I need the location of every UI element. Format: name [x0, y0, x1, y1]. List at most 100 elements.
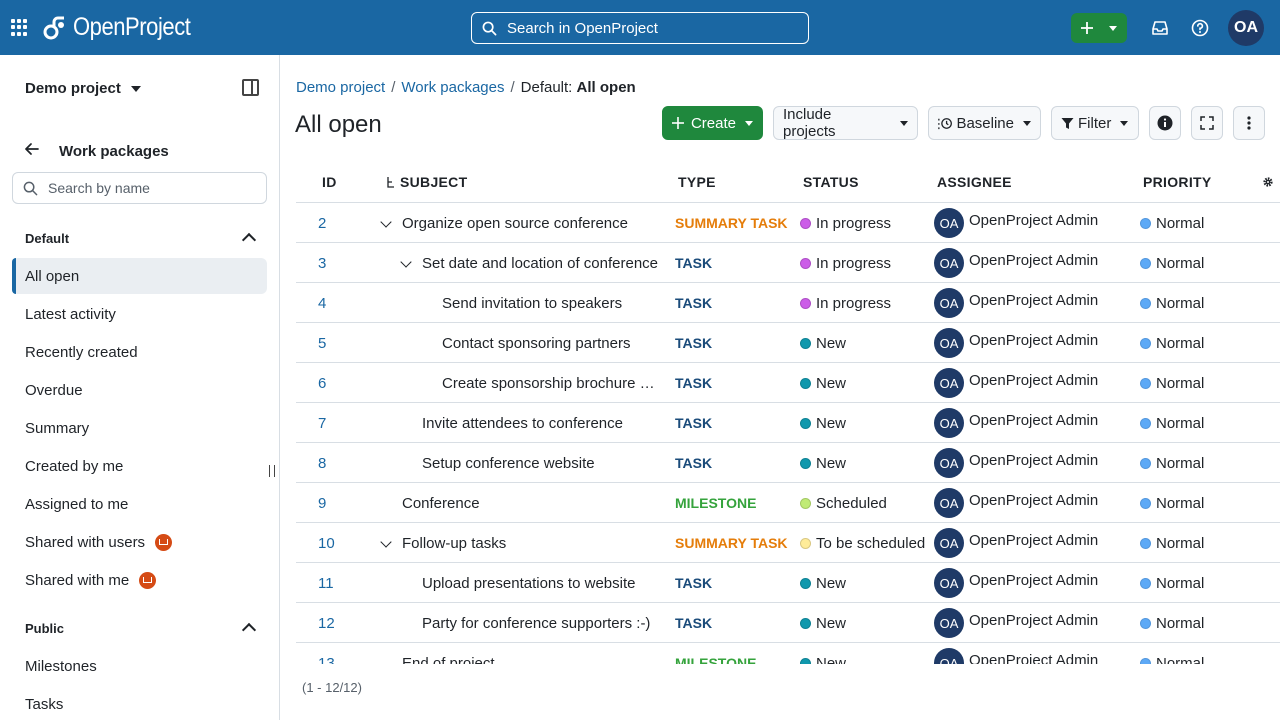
sidebar-search-input[interactable]: Search by name	[12, 172, 267, 204]
table-row[interactable]: 3 Set date and location of conference TASK…	[296, 243, 1280, 283]
work-package-type[interactable]: SUMMARY TASK	[675, 215, 788, 231]
work-package-subject[interactable]: Invite attendees to conference	[422, 415, 623, 432]
work-package-status[interactable]: New	[800, 575, 846, 592]
project-selector[interactable]: Demo project	[25, 80, 141, 97]
work-package-subject[interactable]: Follow-up tasks	[402, 535, 506, 552]
breadcrumb-project-link[interactable]: Demo project	[296, 79, 385, 96]
work-package-type[interactable]: TASK	[675, 615, 712, 631]
chevron-up-icon[interactable]	[241, 622, 257, 638]
column-header-status[interactable]: STATUS	[803, 174, 859, 190]
work-package-type[interactable]: MILESTONE	[675, 495, 756, 511]
work-package-id-link[interactable]: 4	[318, 295, 326, 312]
sidebar-item-shared-with-me[interactable]: Shared with me	[12, 562, 267, 598]
column-header-id[interactable]: ID	[322, 174, 337, 190]
include-projects-button[interactable]: Include projects	[773, 106, 918, 140]
column-header-subject[interactable]: SUBJECT	[386, 174, 467, 190]
work-package-status[interactable]: In progress	[800, 255, 891, 272]
work-package-assignee[interactable]: OA OpenProject Admin	[934, 248, 1098, 278]
work-package-subject[interactable]: End of project	[402, 655, 495, 664]
work-package-id-link[interactable]: 6	[318, 375, 326, 392]
work-package-status[interactable]: New	[800, 655, 846, 664]
user-avatar[interactable]: OA	[1228, 10, 1264, 46]
work-package-type[interactable]: MILESTONE	[675, 655, 756, 664]
work-package-type[interactable]: SUMMARY TASK	[675, 535, 788, 551]
table-row[interactable]: 5 Contact sponsoring partners TASK New OA Ope…	[296, 323, 1280, 363]
work-package-id-link[interactable]: 5	[318, 335, 326, 352]
work-package-priority[interactable]: Normal	[1140, 655, 1204, 664]
work-package-id-link[interactable]: 7	[318, 415, 326, 432]
work-package-status[interactable]: In progress	[800, 215, 891, 232]
work-package-assignee[interactable]: OA OpenProject Admin	[934, 408, 1098, 438]
sidebar-item-tasks[interactable]: Tasks	[12, 686, 267, 720]
chevron-up-icon[interactable]	[241, 232, 257, 248]
sidebar-item-all-open[interactable]: All open	[12, 258, 267, 294]
table-row[interactable]: 10 Follow-up tasks SUMMARY TASK To be sched…	[296, 523, 1280, 563]
work-package-type[interactable]: TASK	[675, 335, 712, 351]
sidebar-item-summary[interactable]: Summary	[12, 410, 267, 446]
work-package-subject[interactable]: Upload presentations to website	[422, 575, 635, 592]
work-package-type[interactable]: TASK	[675, 255, 712, 271]
work-package-type[interactable]: TASK	[675, 375, 712, 391]
work-package-subject[interactable]: Create sponsorship brochure an...	[442, 375, 661, 392]
baseline-button[interactable]: Baseline	[928, 106, 1041, 140]
work-package-id-link[interactable]: 12	[318, 615, 335, 632]
work-package-status[interactable]: New	[800, 415, 846, 432]
work-package-id-link[interactable]: 3	[318, 255, 326, 272]
work-package-type[interactable]: TASK	[675, 455, 712, 471]
create-button[interactable]: Create	[662, 106, 763, 140]
work-package-id-link[interactable]: 13	[318, 655, 335, 664]
table-row[interactable]: 13 End of project MILESTONE New OA OpenProjec…	[296, 643, 1280, 664]
chevron-down-icon[interactable]	[380, 216, 392, 228]
work-package-type[interactable]: TASK	[675, 415, 712, 431]
work-package-priority[interactable]: Normal	[1140, 335, 1204, 352]
work-package-priority[interactable]: Normal	[1140, 455, 1204, 472]
work-package-assignee[interactable]: OA OpenProject Admin	[934, 328, 1098, 358]
work-package-status[interactable]: New	[800, 615, 846, 632]
work-package-subject[interactable]: Send invitation to speakers	[442, 295, 622, 312]
chevron-down-icon[interactable]	[400, 256, 412, 268]
sidebar-item-assigned-to-me[interactable]: Assigned to me	[12, 486, 267, 522]
sidebar-item-latest-activity[interactable]: Latest activity	[12, 296, 267, 332]
sidebar-item-recently-created[interactable]: Recently created	[12, 334, 267, 370]
work-package-priority[interactable]: Normal	[1140, 415, 1204, 432]
work-package-id-link[interactable]: 11	[318, 575, 334, 592]
more-actions-button[interactable]	[1233, 106, 1265, 140]
table-row[interactable]: 7 Invite attendees to conference TASK New OA…	[296, 403, 1280, 443]
breadcrumb-work-packages-link[interactable]: Work packages	[401, 79, 504, 96]
openproject-logo[interactable]: OpenProject	[42, 13, 206, 42]
fullscreen-button[interactable]	[1191, 106, 1223, 140]
work-package-type[interactable]: TASK	[675, 295, 712, 311]
table-row[interactable]: 9 Conference MILESTONE Scheduled OA OpenProje…	[296, 483, 1280, 523]
work-package-assignee[interactable]: OA OpenProject Admin	[934, 608, 1098, 638]
work-package-id-link[interactable]: 10	[318, 535, 335, 552]
global-search-input[interactable]: Search in OpenProject	[471, 12, 809, 44]
sidebar-item-overdue[interactable]: Overdue	[12, 372, 267, 408]
work-package-status[interactable]: In progress	[800, 295, 891, 312]
filter-button[interactable]: Filter	[1051, 106, 1139, 140]
work-package-priority[interactable]: Normal	[1140, 495, 1204, 512]
work-package-status[interactable]: New	[800, 375, 846, 392]
column-header-priority[interactable]: PRIORITY	[1143, 174, 1212, 190]
work-package-priority[interactable]: Normal	[1140, 615, 1204, 632]
sidebar-resize-handle[interactable]	[269, 465, 275, 477]
back-to-work-packages[interactable]: Work packages	[25, 142, 169, 160]
sidebar-item-milestones[interactable]: Milestones	[12, 648, 267, 684]
work-package-subject[interactable]: Setup conference website	[422, 455, 595, 472]
work-package-priority[interactable]: Normal	[1140, 255, 1204, 272]
work-package-status[interactable]: New	[800, 455, 846, 472]
work-package-id-link[interactable]: 2	[318, 215, 326, 232]
work-package-priority[interactable]: Normal	[1140, 295, 1204, 312]
work-package-assignee[interactable]: OA OpenProject Admin	[934, 568, 1098, 598]
work-package-assignee[interactable]: OA OpenProject Admin	[934, 648, 1098, 664]
info-button[interactable]	[1149, 106, 1181, 140]
table-row[interactable]: 6 Create sponsorship brochure an... TASK Ne…	[296, 363, 1280, 403]
help-icon[interactable]	[1190, 18, 1210, 38]
column-header-type[interactable]: TYPE	[678, 174, 716, 190]
quick-add-button[interactable]	[1071, 13, 1127, 43]
work-package-priority[interactable]: Normal	[1140, 535, 1204, 552]
notifications-inbox-icon[interactable]	[1150, 18, 1170, 38]
work-package-assignee[interactable]: OA OpenProject Admin	[934, 288, 1098, 318]
work-package-assignee[interactable]: OA OpenProject Admin	[934, 448, 1098, 478]
work-package-id-link[interactable]: 9	[318, 495, 326, 512]
table-row[interactable]: 11 Upload presentations to website TASK New…	[296, 563, 1280, 603]
